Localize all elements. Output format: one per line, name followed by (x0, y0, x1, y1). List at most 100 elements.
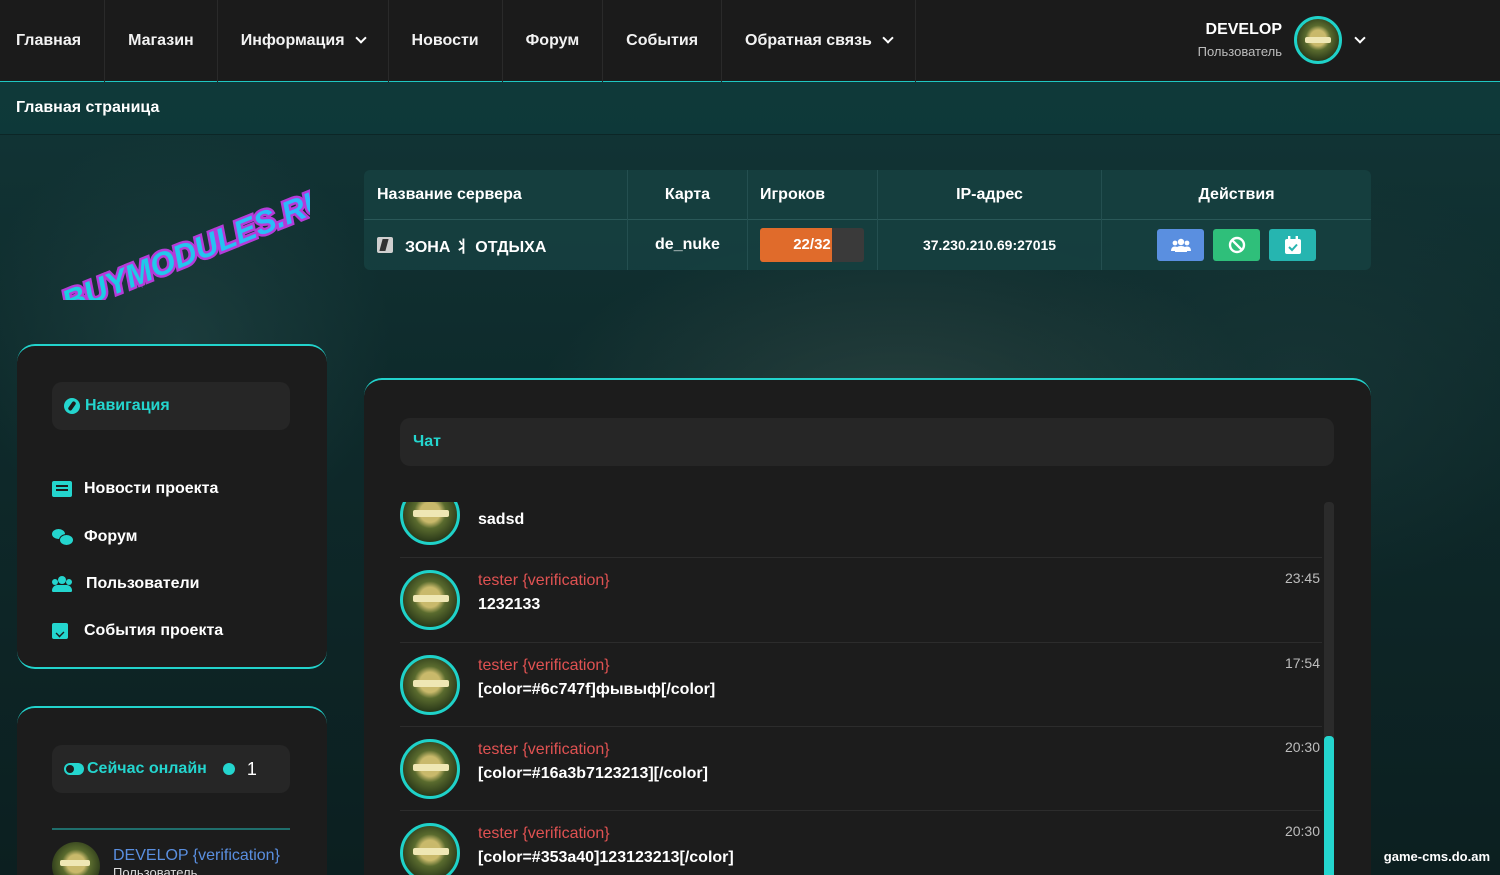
message-author[interactable]: tester {verification} (478, 657, 610, 675)
sidebar-item-forum[interactable]: Форум (52, 528, 138, 546)
message-time: 20:30 (1284, 739, 1320, 755)
navigation-title: Навигация (85, 397, 170, 414)
avatar[interactable] (400, 739, 460, 799)
nav-news[interactable]: Новости (389, 0, 503, 82)
col-ip: IP-адрес (878, 170, 1102, 220)
players-count: 22/32 (793, 236, 831, 253)
nav-info-label: Информация (240, 31, 345, 49)
avatar (52, 842, 100, 875)
message-text: sadsd (478, 511, 525, 528)
online-dot-icon (222, 763, 235, 775)
server-name-cell: ЗОНА ⺦ ОТДЫХА (364, 220, 628, 270)
players-list-button[interactable] (1157, 229, 1204, 261)
table-row: ЗОНА ⺦ ОТДЫХА de_nuke 22/32 37.230.210.6… (364, 220, 1371, 270)
message-time: 20:30 (1284, 823, 1320, 839)
chevron-down-icon (882, 32, 894, 44)
online-header: Сейчас онлайн 1 (52, 745, 290, 793)
sidebar-item-label: Пользователи (86, 575, 200, 592)
nav-news-label: Новости (411, 31, 479, 49)
calendar-check-icon (52, 623, 68, 639)
user-menu[interactable]: DEVELOP Пользователь (1198, 16, 1366, 64)
nav-home-label: Главная (16, 31, 82, 49)
chat-scrollbar-thumb[interactable] (1324, 736, 1334, 875)
logo-text: BUYMODULES.RU (57, 180, 310, 300)
navigation-card: Навигация Новости проекта Форум Пользова… (17, 344, 327, 669)
chat-message-list[interactable]: sadsd tester {verification} 1232133 23:4… (400, 502, 1334, 875)
nav-forum-label: Форум (525, 31, 580, 49)
online-user-name[interactable]: DEVELOP {verification} (113, 847, 280, 865)
message-time: 23:45 (1284, 570, 1320, 586)
col-server-name: Название сервера (364, 170, 628, 220)
game-icon (377, 237, 393, 253)
message-author[interactable]: tester {verification} (478, 825, 610, 843)
players-cell: 22/32 (748, 220, 878, 270)
message-time: 17:54 (1284, 655, 1320, 671)
compass-icon (64, 398, 80, 414)
avatar[interactable] (400, 570, 460, 630)
col-map: Карта (628, 170, 748, 220)
toggle-on-icon (64, 763, 84, 775)
nav-events[interactable]: События (603, 0, 723, 82)
chat-title: Чат (413, 433, 441, 450)
server-table: Название сервера Карта Игроков IP-адрес … (364, 170, 1371, 270)
message-text: [color=#6c747f]фывыф[/color] (478, 681, 716, 698)
user-name: DEVELOP (1205, 21, 1282, 38)
online-user[interactable]: DEVELOP {verification} Пользователь (52, 842, 280, 875)
nav-events-label: События (626, 31, 699, 49)
users-icon (1170, 238, 1191, 252)
message-author[interactable]: tester {verification} (478, 741, 610, 759)
navigation-header: Навигация (52, 382, 290, 430)
nav-home[interactable]: Главная (0, 0, 106, 82)
comments-icon (52, 529, 74, 546)
avatar[interactable] (400, 502, 460, 545)
sidebar-item-label: События проекта (84, 622, 224, 639)
site-logo[interactable]: BUYMODULES.RU BUYMODULES.RU (40, 180, 310, 300)
chat-message: tester {verification} [color=#16a3b71232… (400, 726, 1322, 811)
chat-message: sadsd (400, 502, 1322, 557)
chevron-down-icon (354, 32, 367, 44)
online-user-info: DEVELOP {verification} Пользователь (100, 842, 280, 875)
top-navbar: Главная Магазин Информация Новости Форум… (0, 0, 1500, 82)
chat-header: Чат (400, 418, 1334, 466)
nav-feedback-dropdown[interactable]: Обратная связь (722, 0, 916, 82)
nav-info-dropdown[interactable]: Информация (218, 0, 389, 82)
message-text: 1232133 (478, 596, 541, 613)
avatar[interactable] (400, 823, 460, 875)
players-progress: 22/32 (760, 228, 864, 262)
user-info: DEVELOP Пользователь (1198, 21, 1282, 59)
news-icon (52, 481, 72, 497)
message-author[interactable]: tester {verification} (478, 572, 610, 590)
col-players: Игроков (748, 170, 878, 220)
watermark: game-cms.do.am (1383, 849, 1490, 864)
avatar[interactable] (400, 655, 460, 715)
message-text: [color=#353a40]123123213[/color] (478, 849, 734, 866)
server-name[interactable]: ЗОНА ⺦ ОТДЫХА (405, 233, 546, 257)
sidebar-item-events[interactable]: События проекта (52, 622, 223, 640)
sidebar-item-news[interactable]: Новости проекта (52, 480, 218, 498)
actions-cell (1102, 220, 1371, 270)
sidebar-item-users[interactable]: Пользователи (52, 575, 199, 593)
users-icon (52, 576, 72, 592)
col-actions: Действия (1198, 185, 1275, 203)
online-count: 1 (246, 758, 257, 779)
server-ip[interactable]: 37.230.210.69:27015 (878, 220, 1102, 270)
chevron-down-icon[interactable] (1354, 31, 1366, 44)
nav-forum[interactable]: Форум (503, 0, 604, 82)
message-text: [color=#16a3b7123213][/color] (478, 765, 708, 782)
page-title: Главная страница (16, 99, 160, 116)
server-map: de_nuke (628, 220, 748, 270)
chat-scrollbar[interactable] (1324, 502, 1334, 875)
user-role: Пользователь (1197, 44, 1282, 59)
events-button[interactable] (1269, 229, 1316, 261)
online-card: Сейчас онлайн 1 DEVELOP {verification} П… (17, 706, 327, 875)
server-table-header: Название сервера Карта Игроков IP-адрес … (364, 170, 1371, 220)
ban-icon (1228, 236, 1245, 254)
online-title: Сейчас онлайн (87, 760, 207, 777)
chat-message: tester {verification} [color=#353a40]123… (400, 810, 1322, 875)
avatar[interactable] (1294, 16, 1342, 64)
chat-message: tester {verification} 1232133 23:45 (400, 557, 1322, 642)
chat-card: Чат sadsd tester {verification} 1232133 … (364, 378, 1371, 875)
sidebar-item-label: Форум (84, 528, 138, 545)
bans-button[interactable] (1213, 229, 1260, 261)
nav-shop[interactable]: Магазин (105, 0, 218, 82)
